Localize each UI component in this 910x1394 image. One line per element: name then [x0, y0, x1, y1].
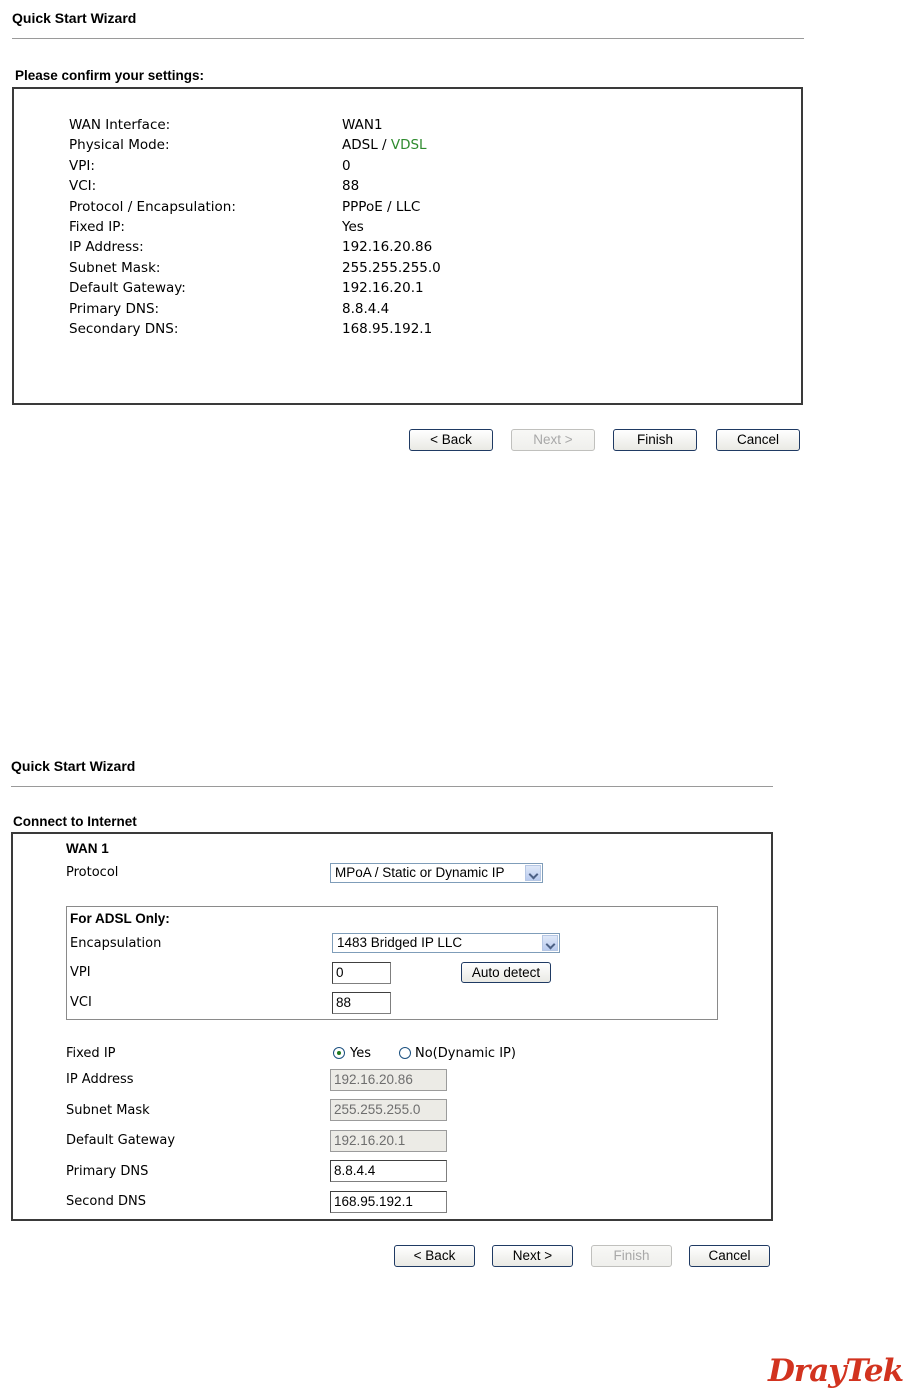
vpi-label: VPI — [70, 965, 91, 980]
summary-value-vpi: 0 — [342, 157, 351, 174]
summary-label-primary-dns: Primary DNS: — [69, 300, 160, 317]
cancel-button[interactable]: Cancel — [689, 1245, 770, 1267]
primary-dns-input[interactable]: 8.8.4.4 — [330, 1160, 447, 1182]
fixed-ip-radio-group: Yes No(Dynamic IP) — [333, 1046, 553, 1062]
summary-value-subnet-mask: 255.255.255.0 — [342, 259, 441, 276]
summary-label-protocol: Protocol / Encapsulation: — [69, 198, 236, 215]
fixed-ip-yes-radio[interactable] — [333, 1047, 345, 1059]
next-button-disabled[interactable]: Next > — [511, 429, 595, 451]
connect-form-panel: WAN 1 Protocol MPoA / Static or Dynamic … — [11, 832, 773, 1221]
default-gateway-input[interactable]: 192.16.20.1 — [330, 1130, 447, 1152]
wan-title: WAN 1 — [66, 841, 109, 856]
primary-dns-label: Primary DNS — [66, 1164, 149, 1179]
chevron-down-icon — [542, 935, 558, 951]
back-button[interactable]: < Back — [394, 1245, 475, 1267]
summary-value-secondary-dns: 168.95.192.1 — [342, 321, 433, 338]
summary-value-physical-mode: ADSL / VDSL — [342, 135, 441, 155]
physical-mode-vdsl: VDSL — [390, 137, 427, 154]
physical-mode-adsl: ADSL / — [342, 137, 391, 154]
title-divider — [11, 786, 773, 787]
summary-label-subnet-mask: Subnet Mask: — [69, 259, 161, 276]
encapsulation-label: Encapsulation — [70, 936, 162, 951]
summary-value-wan-interface: WAN1 — [342, 117, 383, 133]
protocol-label: Protocol — [66, 865, 119, 880]
cancel-button[interactable]: Cancel — [716, 429, 800, 451]
second-dns-label: Second DNS — [66, 1194, 146, 1209]
logo-dray: Dray — [768, 1353, 846, 1389]
summary-value-primary-dns: 8.8.4.4 — [342, 300, 390, 317]
summary-value-protocol: PPPoE / LLC — [342, 198, 421, 215]
settings-values: WAN1 ADSL / VDSL 0 88 PPPoE / LLC Yes 19… — [342, 115, 441, 339]
fixed-ip-label: Fixed IP — [66, 1046, 116, 1061]
summary-label-physical-mode: Physical Mode: — [69, 137, 170, 154]
title-divider — [12, 38, 804, 39]
summary-value-ip-address: 192.16.20.86 — [342, 239, 433, 256]
vci-label: VCI — [70, 995, 92, 1010]
fixed-ip-no-radio[interactable] — [399, 1047, 411, 1059]
back-button[interactable]: < Back — [409, 429, 493, 451]
wizard-title: Quick Start Wizard — [12, 10, 137, 26]
summary-label-fixed-ip: Fixed IP: — [69, 219, 125, 236]
chevron-down-icon — [525, 865, 541, 881]
confirm-heading: Please confirm your settings: — [15, 68, 205, 83]
subnet-mask-label: Subnet Mask — [66, 1103, 150, 1118]
adsl-group-title: For ADSL Only: — [70, 911, 170, 926]
vpi-input[interactable]: 0 — [332, 962, 391, 984]
finish-button-disabled[interactable]: Finish — [591, 1245, 672, 1267]
vci-input[interactable]: 88 — [332, 992, 391, 1014]
summary-label-wan-interface: WAN Interface: — [69, 117, 171, 133]
protocol-value: MPoA / Static or Dynamic IP — [335, 865, 505, 880]
summary-value-vci: 88 — [342, 178, 360, 195]
second-dns-input[interactable]: 168.95.192.1 — [330, 1191, 447, 1213]
summary-value-fixed-ip: Yes — [342, 219, 364, 236]
draytek-logo: DrayTek — [768, 1353, 904, 1389]
logo-tek: Tek — [845, 1353, 904, 1389]
default-gateway-label: Default Gateway — [66, 1133, 176, 1148]
wizard-title: Quick Start Wizard — [11, 758, 136, 774]
subnet-mask-input[interactable]: 255.255.255.0 — [330, 1099, 447, 1121]
summary-label-default-gateway: Default Gateway: — [69, 280, 186, 297]
fixed-ip-no-label: No(Dynamic IP) — [415, 1046, 516, 1061]
auto-detect-button[interactable]: Auto detect — [461, 962, 551, 983]
settings-summary-panel: WAN Interface: Physical Mode: VPI: VCI: … — [12, 87, 803, 405]
summary-value-default-gateway: 192.16.20.1 — [342, 280, 424, 297]
summary-label-secondary-dns: Secondary DNS: — [69, 321, 179, 338]
ip-address-input[interactable]: 192.16.20.86 — [330, 1069, 447, 1091]
encapsulation-value: 1483 Bridged IP LLC — [337, 935, 463, 950]
summary-label-vci: VCI: — [69, 178, 97, 195]
protocol-select[interactable]: MPoA / Static or Dynamic IP — [330, 863, 543, 883]
adsl-settings-group: For ADSL Only: Encapsulation 1483 Bridge… — [66, 906, 718, 1020]
summary-label-vpi: VPI: — [69, 157, 95, 174]
summary-label-ip-address: IP Address: — [69, 239, 144, 256]
finish-button[interactable]: Finish — [613, 429, 697, 451]
next-button[interactable]: Next > — [492, 1245, 573, 1267]
ip-address-label: IP Address — [66, 1072, 134, 1087]
settings-labels: WAN Interface: Physical Mode: VPI: VCI: … — [69, 115, 236, 339]
connect-heading: Connect to Internet — [13, 814, 137, 829]
encapsulation-select[interactable]: 1483 Bridged IP LLC — [332, 933, 560, 953]
fixed-ip-yes-label: Yes — [350, 1046, 371, 1061]
